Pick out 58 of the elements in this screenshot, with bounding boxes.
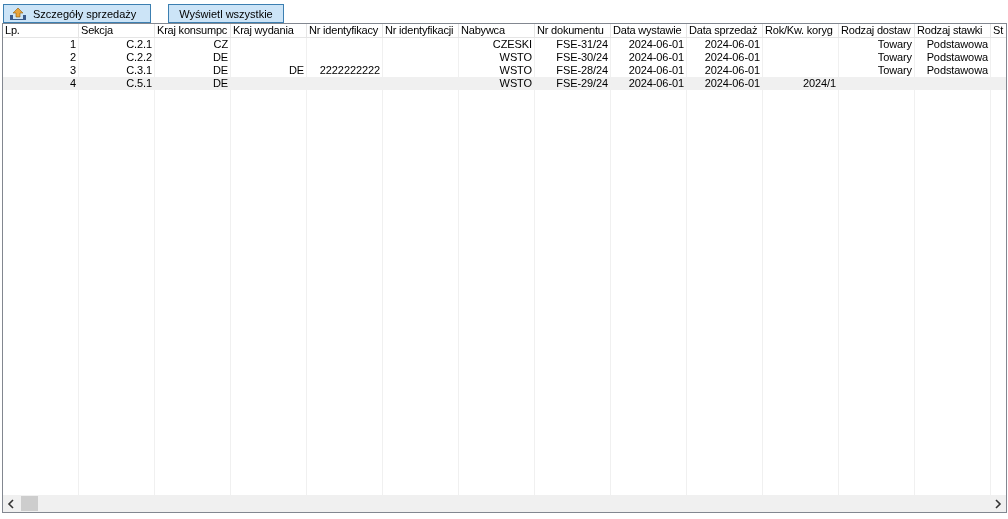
table-cell-text: WSTO xyxy=(498,51,533,64)
table-cell-text: 2024-06-01 xyxy=(703,77,761,90)
column-header[interactable]: Sekcja xyxy=(79,24,155,38)
column-header[interactable]: Data sprzedaż xyxy=(687,24,763,38)
table-cell-text: Podstawowa xyxy=(925,64,989,77)
column-header[interactable]: Lp. xyxy=(3,24,79,38)
table-cell-text: FSE-31/24 xyxy=(555,38,609,51)
selected-row[interactable]: 4 C.5.1 DE WSTO FSE-29/24 2024-06-01 2024-06-01 2024/1 xyxy=(3,77,1006,90)
column-header[interactable]: Kraj konsumpc xyxy=(155,24,231,38)
table-cell-text: 3 xyxy=(68,64,77,77)
column-header[interactable]: Nr dokumentu xyxy=(535,24,611,38)
table-cell-text: C.2.2 xyxy=(125,51,153,64)
column-header[interactable]: Nr identyfikacji xyxy=(383,24,459,38)
table-cell-text: 2024-06-01 xyxy=(703,38,761,51)
column-header[interactable]: Rodzaj dostaw xyxy=(839,24,915,38)
scroll-thumb[interactable] xyxy=(21,496,38,511)
column-header[interactable]: Rok/Kw. koryg xyxy=(763,24,839,38)
table-cell-text: C.2.1 xyxy=(125,38,153,51)
table-cell-text: DE xyxy=(211,64,229,77)
table-cell-text: 2024-06-01 xyxy=(627,51,685,64)
table-cell-text: Towary xyxy=(876,51,913,64)
column-header[interactable]: St xyxy=(991,24,1006,38)
table-cell-text: 2024-06-01 xyxy=(627,64,685,77)
scroll-right-icon[interactable] xyxy=(994,498,1002,509)
table-cell-text: FSE-29/24 xyxy=(555,77,609,90)
table-cell-text: 2024-06-01 xyxy=(627,77,685,90)
table-cell-text: 1 xyxy=(68,38,77,51)
table-cell-text: WSTO xyxy=(498,64,533,77)
table-cell-text: DE xyxy=(211,51,229,64)
table-cell-text: Towary xyxy=(876,64,913,77)
column-header[interactable]: Nr identyfikacy xyxy=(307,24,383,38)
table-cell-text: Podstawowa xyxy=(925,51,989,64)
table-cell-text: 4 xyxy=(68,77,77,90)
column-header[interactable]: Nabywca xyxy=(459,24,535,38)
table-cell-text: DE xyxy=(211,77,229,90)
table-cell-text: C.5.1 xyxy=(125,77,153,90)
details-button[interactable]: Szczegóły sprzedaży xyxy=(3,4,152,23)
table-cell-text: FSE-30/24 xyxy=(555,51,609,64)
table-cell-text: CZESKI xyxy=(491,38,533,51)
table-cell-text: WSTO xyxy=(498,77,533,90)
scroll-left-icon[interactable] xyxy=(7,498,15,509)
table-cell-text: DE xyxy=(287,64,305,77)
table-cell-text: 2024-06-01 xyxy=(703,51,761,64)
horizontal-scrollbar[interactable] xyxy=(3,495,1006,512)
table-cell-text: C.3.1 xyxy=(125,64,153,77)
table-cell-text: Podstawowa xyxy=(925,38,989,51)
table-cell-text: 2024-06-01 xyxy=(703,64,761,77)
table-cell-text: 2222222222 xyxy=(318,64,381,77)
column-header[interactable]: Data wystawie xyxy=(611,24,687,38)
table-cell-text: Towary xyxy=(876,38,913,51)
table-cell-text: FSE-28/24 xyxy=(555,64,609,77)
table-cell-text: 2 xyxy=(68,51,77,64)
show-all-button[interactable]: Wyświetl wszystkie xyxy=(168,4,284,23)
column-header[interactable]: Kraj wydania xyxy=(231,24,307,38)
table-cell-text: 2024/1 xyxy=(801,77,837,90)
column-header[interactable]: Rodzaj stawki xyxy=(915,24,991,38)
table-cell-text: CZ xyxy=(212,38,229,51)
table-cell-text: 2024-06-01 xyxy=(627,38,685,51)
